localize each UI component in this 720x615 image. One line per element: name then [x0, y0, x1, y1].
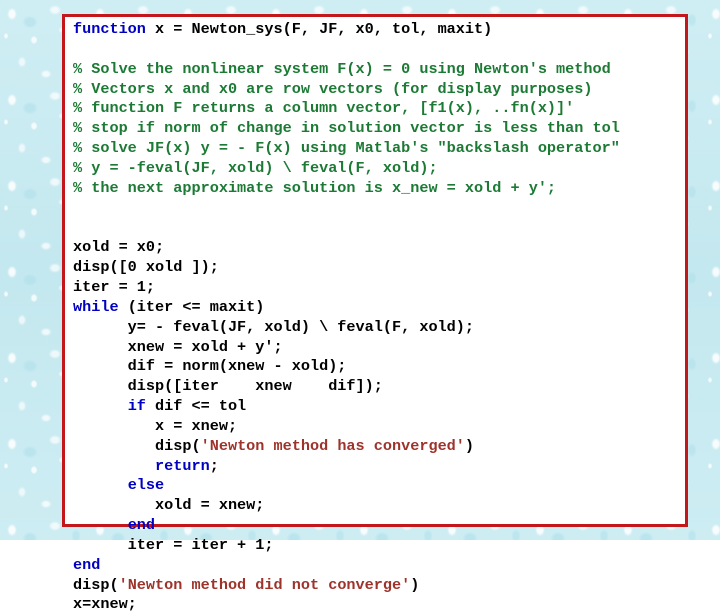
- code-token: while: [73, 297, 119, 316]
- code-token: end: [127, 516, 156, 535]
- code-token: if: [127, 397, 146, 416]
- code-token: iter = 1;: [73, 277, 156, 296]
- code-token: iter = iter + 1;: [73, 535, 274, 554]
- code-token: x = Newton_sys(F, JF, x0, tol, maxit): [145, 20, 493, 38]
- code-token: xold = x0;: [73, 238, 165, 257]
- code-token: disp(: [73, 575, 119, 594]
- code-token: % stop if norm of change in solution vec…: [73, 119, 620, 138]
- code-token: % solve JF(x) y = - F(x) using Matlab's …: [73, 139, 620, 158]
- code-token: 'Newton method has converged': [200, 436, 465, 455]
- code-token: ): [410, 575, 420, 594]
- code-token: x=xnew;: [73, 595, 137, 614]
- code-token: (iter <= maxit): [118, 297, 265, 316]
- code-token: xold = xnew;: [73, 496, 265, 515]
- slide-canvas: function x = Newton_sys(F, JF, x0, tol, …: [0, 0, 720, 613]
- code-token: disp([iter xnew dif]);: [73, 377, 383, 396]
- code-panel: function x = Newton_sys(F, JF, x0, tol, …: [62, 14, 688, 613]
- code-token: % Vectors x and x0 are row vectors (for …: [73, 79, 593, 98]
- code-token: else: [127, 476, 165, 495]
- code-token: end: [73, 555, 101, 574]
- code-token: dif = norm(xnew - xold);: [73, 357, 347, 376]
- code-token: return: [155, 456, 210, 475]
- code-token: disp(: [73, 436, 201, 455]
- code-token: % the next approximate solution is x_new…: [73, 178, 557, 197]
- code-token: xnew = xold + y';: [73, 337, 283, 356]
- code-token: % function F returns a column vector, [f…: [73, 99, 575, 118]
- code-token: % y = -feval(JF, xold) \ feval(F, xold);: [73, 158, 438, 177]
- code-token: 'Newton method did not converge': [118, 575, 411, 594]
- matlab-source-code: function x = Newton_sys(F, JF, x0, tol, …: [73, 20, 620, 615]
- code-token: % Solve the nonlinear system F(x) = 0 us…: [73, 59, 611, 78]
- code-token: y= - feval(JF, xold) \ feval(F, xold);: [73, 317, 475, 336]
- code-token: ): [464, 436, 475, 455]
- code-token: disp([0 xold ]);: [73, 258, 219, 277]
- code-token: x = xnew;: [73, 416, 238, 435]
- code-token: ;: [209, 456, 219, 475]
- code-token: dif <= tol: [145, 397, 247, 416]
- code-token: function: [73, 20, 146, 38]
